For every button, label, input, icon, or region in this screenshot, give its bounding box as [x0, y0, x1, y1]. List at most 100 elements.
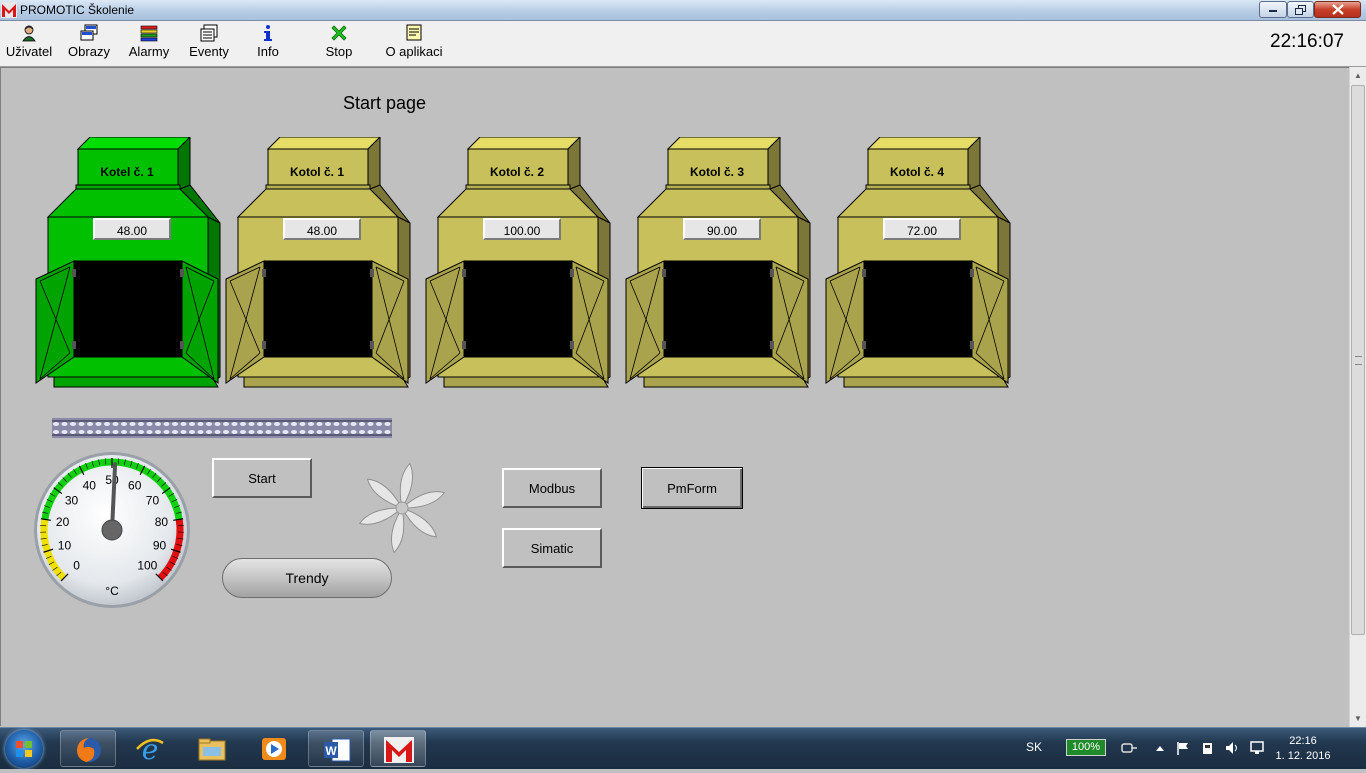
boiler-chimney-top	[468, 137, 580, 149]
boiler-furnace-opening	[464, 261, 572, 357]
minimize-icon	[1268, 7, 1278, 13]
taskbar-firefox[interactable]	[60, 730, 116, 767]
gauge-tick-label: 40	[83, 478, 97, 492]
tray-time: 22:16	[1268, 734, 1338, 749]
tray-date: 1. 12. 2016	[1268, 749, 1338, 764]
show-hidden-icons-icon[interactable]	[1155, 741, 1165, 755]
simatic-button[interactable]: Simatic	[502, 528, 602, 568]
boiler-base	[444, 377, 608, 387]
boiler-chimney-top	[268, 137, 380, 149]
window-title: PROMOTIC Školenie	[20, 3, 134, 17]
taskbar-internet-explorer[interactable]: e	[122, 730, 178, 767]
boiler-furnace-opening	[864, 261, 972, 357]
boiler-value: 48.00	[93, 218, 171, 240]
temperature-gauge: 0102030405060708090100 °C	[33, 450, 193, 620]
boiler-base	[244, 377, 408, 387]
boiler-5[interactable]: Kotol č. 4 72.00	[824, 137, 1014, 389]
boiler-value: 90.00	[683, 218, 761, 240]
boiler-furnace-opening	[664, 261, 772, 357]
boiler-chimney-top	[868, 137, 980, 149]
toolbar-events-button[interactable]: Eventy	[187, 24, 231, 62]
page-title: Start page	[343, 93, 426, 114]
scroll-grip-icon	[1355, 356, 1362, 365]
promotic-logo-icon	[1, 2, 17, 18]
boiler-4[interactable]: Kotol č. 3 90.00	[624, 137, 814, 389]
word-icon: W	[322, 736, 352, 764]
events-icon	[200, 24, 218, 42]
minimize-button[interactable]	[1259, 1, 1287, 18]
gauge-tick-label: 100	[137, 558, 157, 572]
volume-icon[interactable]	[1225, 741, 1241, 755]
boiler-name: Kotol č. 3	[662, 165, 772, 179]
restore-icon	[1295, 5, 1307, 15]
gauge-tick-label: 30	[65, 494, 79, 508]
fan-icon	[353, 459, 451, 557]
toolbar-info-label: Info	[250, 44, 286, 59]
boiler-value: 48.00	[283, 218, 361, 240]
boiler-collar	[666, 185, 770, 189]
gauge-tick-label: 70	[146, 494, 160, 508]
gauge-tick-label: 60	[128, 478, 142, 492]
gauge-tick-label: 80	[155, 515, 169, 529]
toolbar-alarms-label: Alarmy	[127, 44, 171, 59]
boiler-furnace-opening	[74, 261, 182, 357]
scroll-down-arrow-icon[interactable]: ▼	[1350, 710, 1366, 727]
modbus-button[interactable]: Modbus	[502, 468, 602, 508]
boiler-base	[54, 377, 218, 387]
taskbar-media-player[interactable]	[246, 730, 302, 767]
toolbar-alarms-button[interactable]: Alarmy	[127, 24, 171, 62]
device-icon[interactable]	[1201, 741, 1215, 755]
vertical-scrollbar[interactable]: ▲ ▼	[1349, 67, 1366, 727]
toolbar-stop-button[interactable]: Stop	[320, 24, 358, 62]
alarms-icon	[140, 24, 158, 42]
network-icon[interactable]	[1249, 741, 1265, 755]
media-player-icon	[259, 735, 289, 763]
action-center-flag-icon[interactable]	[1176, 741, 1190, 755]
toolbar-screens-button[interactable]: Obrazy	[66, 24, 112, 62]
boiler-base	[844, 377, 1008, 387]
boiler-collar	[266, 185, 370, 189]
toolbar-user-label: Uživatel	[3, 44, 55, 59]
start-button[interactable]: Start	[212, 458, 312, 498]
boiler-name: Kotol č. 2	[462, 165, 572, 179]
boiler-chimney-top	[668, 137, 780, 149]
windows-logo-icon	[5, 730, 43, 768]
boiler-value: 72.00	[883, 218, 961, 240]
restore-button[interactable]	[1287, 1, 1314, 18]
screens-icon	[80, 24, 98, 42]
boiler-name: Kotol č. 1	[262, 165, 372, 179]
user-icon	[20, 24, 38, 42]
taskbar-word[interactable]: W	[308, 730, 364, 767]
boiler-collar	[76, 185, 180, 189]
pmform-button[interactable]: PmForm	[641, 467, 743, 509]
folder-icon	[197, 735, 227, 763]
tray-clock[interactable]: 22:16 1. 12. 2016	[1268, 734, 1338, 764]
taskbar-promotic[interactable]	[370, 730, 426, 767]
scroll-thumb[interactable]	[1351, 85, 1365, 635]
boiler-name: Kotol č. 4	[862, 165, 972, 179]
svg-text:W: W	[325, 744, 337, 758]
boiler-1[interactable]: Kotel č. 1 48.00	[34, 137, 224, 389]
boiler-base	[644, 377, 808, 387]
close-button[interactable]	[1314, 1, 1361, 18]
internet-explorer-icon: e	[135, 735, 165, 763]
boiler-3[interactable]: Kotol č. 2 100.00	[424, 137, 614, 389]
battery-indicator[interactable]: 100%	[1066, 739, 1106, 756]
scroll-up-arrow-icon[interactable]: ▲	[1350, 67, 1366, 84]
boiler-chimney-top	[78, 137, 190, 149]
taskbar-explorer[interactable]	[184, 730, 240, 767]
info-icon	[259, 24, 277, 42]
main-area: Start page Kotel č. 1 48.00 Kotol č. 1 4…	[0, 67, 1366, 727]
trendy-button[interactable]: Trendy	[222, 558, 392, 598]
power-plug-icon[interactable]	[1120, 741, 1138, 755]
gauge-tick-label: 20	[56, 515, 70, 529]
boiler-2[interactable]: Kotol č. 1 48.00	[224, 137, 414, 389]
toolbar-screens-label: Obrazy	[66, 44, 112, 59]
toolbar-info-button[interactable]: Info	[250, 24, 286, 62]
gauge-tick-label: 10	[58, 538, 72, 552]
toolbar-about-button[interactable]: O aplikaci	[383, 24, 445, 62]
language-indicator[interactable]: SK	[1026, 740, 1042, 754]
toolbar-user-button[interactable]: Uživatel	[3, 24, 55, 62]
start-button[interactable]	[5, 730, 43, 768]
boiler-name: Kotel č. 1	[72, 165, 182, 179]
